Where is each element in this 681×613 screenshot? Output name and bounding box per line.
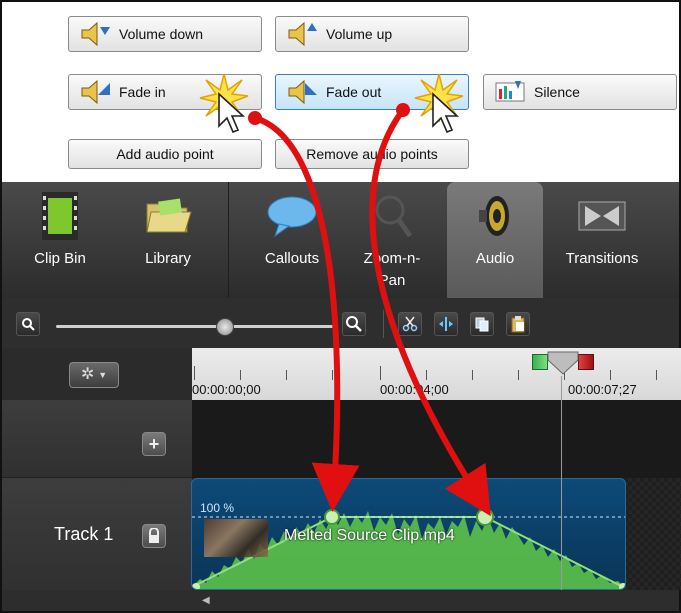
scroll-left-arrow-icon[interactable]: ◀: [202, 595, 210, 606]
transition-icon: [577, 188, 627, 244]
scissors-icon: [402, 316, 418, 332]
folder-icon: [143, 188, 193, 244]
cut-button[interactable]: [398, 312, 422, 336]
track-name: Track 1: [54, 524, 114, 544]
playhead-handle[interactable]: [546, 350, 580, 376]
playhead-line: [561, 376, 562, 590]
track-1-header: Track 1: [2, 478, 192, 590]
magnifier-large-icon: [346, 316, 362, 332]
tab-audio[interactable]: Audio: [447, 182, 543, 298]
tab-clip-bin[interactable]: Clip Bin: [12, 182, 108, 298]
lock-icon: [149, 528, 159, 543]
silence-icon: [492, 76, 528, 108]
silence-button[interactable]: Silence: [483, 74, 677, 110]
magnifier-small-icon: [22, 318, 35, 331]
mouse-cursor-icon: [218, 92, 246, 134]
task-tab-strip: Clip Bin Library Callouts Zoom-n- Pan Au…: [0, 182, 681, 298]
selection-end-marker[interactable]: [578, 354, 594, 370]
horizontal-scrollbar[interactable]: ◀: [0, 590, 681, 613]
zoom-out-button[interactable]: [16, 312, 40, 336]
split-button[interactable]: [434, 312, 458, 336]
split-icon: [439, 317, 453, 331]
fade-out-icon: [284, 76, 320, 108]
volume-up-button[interactable]: Volume up: [275, 16, 469, 52]
tab-callouts[interactable]: Callouts: [242, 182, 342, 298]
volume-up-icon: [284, 18, 320, 50]
remove-audio-points-button[interactable]: Remove audio points: [275, 139, 469, 169]
gear-icon: ✲: [80, 366, 95, 383]
add-track-button[interactable]: +: [142, 432, 166, 456]
audio-actions-panel: Volume down Volume up Fade in Fade out S: [0, 0, 681, 182]
time-label: 00:00:07;27: [568, 382, 637, 397]
clip-name: Melted Source Clip.mp4: [284, 527, 455, 544]
fade-in-icon: [77, 76, 113, 108]
plus-icon: +: [148, 434, 160, 454]
magnifier-icon: [370, 188, 414, 244]
track-options-button[interactable]: ✲ ▼: [69, 362, 119, 388]
copy-icon: [475, 317, 489, 332]
volume-down-icon: [77, 18, 113, 50]
paste-icon: [511, 316, 525, 333]
toolbar-separator: [383, 310, 384, 338]
zoom-slider-track[interactable]: [56, 325, 338, 328]
time-ruler[interactable]: 00:00:00;00 00:00:04;00 00:00:07;27: [192, 348, 681, 400]
track-header: +: [2, 400, 192, 478]
time-label: 00:00:04;00: [380, 382, 449, 397]
add-audio-point-button[interactable]: Add audio point: [68, 139, 262, 169]
ruler-header: ✲ ▼: [2, 348, 192, 400]
mouse-cursor-icon: [432, 92, 460, 134]
zoom-in-button[interactable]: [342, 312, 366, 336]
tab-zoom-n-pan[interactable]: Zoom-n- Pan: [342, 182, 442, 298]
volume-level-label: 100 %: [200, 501, 235, 515]
tab-separator: [228, 182, 229, 298]
timeline-ruler-row: ✲ ▼ 00:00:00;00 00:00:04;00 00:00:07;27: [0, 348, 681, 400]
empty-track-row: +: [0, 400, 681, 478]
tab-library[interactable]: Library: [118, 182, 218, 298]
lock-track-button[interactable]: [142, 524, 166, 548]
empty-track-lane[interactable]: [192, 400, 681, 478]
speaker-icon: [477, 188, 513, 244]
timeline-toolbar: [0, 298, 681, 348]
speech-bubble-icon: [265, 188, 319, 244]
clip-thumbnail: [204, 519, 268, 557]
volume-down-button[interactable]: Volume down: [68, 16, 262, 52]
tab-transitions[interactable]: Transitions: [547, 182, 657, 298]
paste-button[interactable]: [506, 312, 530, 336]
time-label: 00:00:00;00: [192, 382, 261, 397]
zoom-slider-thumb[interactable]: [216, 318, 234, 336]
camtasia-audio-editor: Volume down Volume up Fade in Fade out S: [0, 0, 681, 613]
chevron-down-icon: ▼: [98, 370, 108, 380]
copy-button[interactable]: [470, 312, 494, 336]
film-strip-icon: [40, 188, 80, 244]
